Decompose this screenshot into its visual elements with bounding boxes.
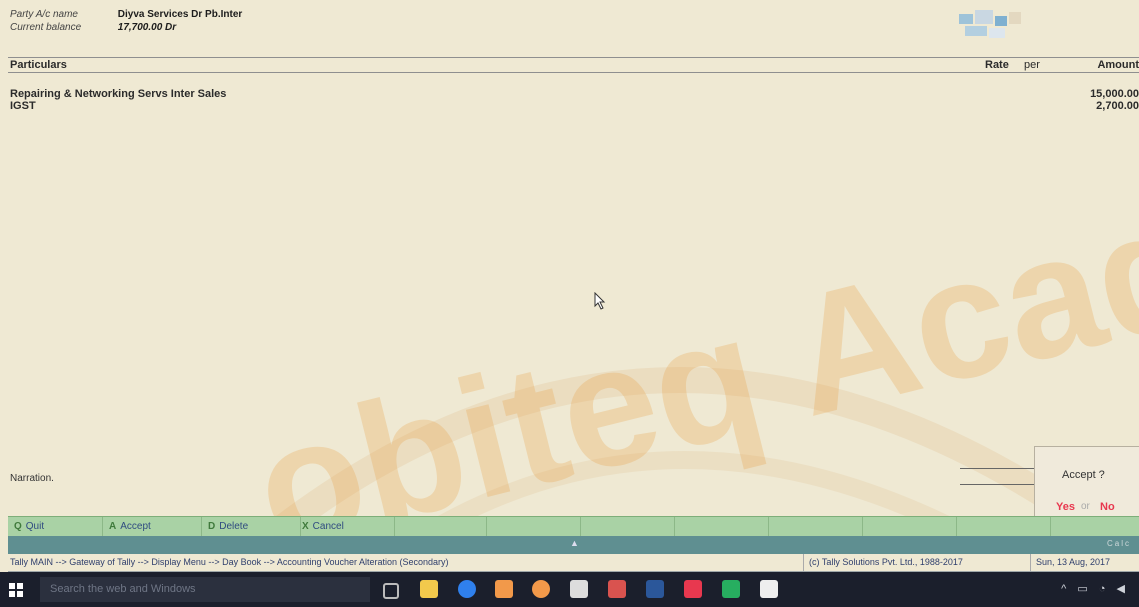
ledger-name: IGST <box>10 100 36 112</box>
party-name-label: Party A/c name <box>10 9 78 20</box>
cancel-key: X <box>302 521 309 532</box>
table-header: Particulars Rate per Amount <box>8 57 1139 73</box>
copyright-text: (c) Tally Solutions Pvt. Ltd., 1988-2017 <box>803 554 963 571</box>
accept-question: Accept ? <box>1062 469 1105 481</box>
total-line <box>960 484 1034 485</box>
system-tray[interactable]: ^ ▭ ◔ ◀ <box>1061 582 1129 595</box>
cancel-button[interactable]: X Cancel <box>296 517 395 537</box>
app-icon[interactable] <box>760 580 778 598</box>
quit-button[interactable]: Q Quit <box>8 517 103 537</box>
or-separator: or <box>1081 501 1090 512</box>
mouse-pointer-icon <box>594 292 606 310</box>
windows-start-icon[interactable] <box>9 583 23 597</box>
word-icon[interactable] <box>646 580 664 598</box>
ledger-row[interactable]: Repairing & Networking Servs Inter Sales… <box>10 88 1139 100</box>
chrome-icon[interactable] <box>458 580 476 598</box>
current-balance-label: Current balance <box>10 22 82 33</box>
taskbar-search-input[interactable]: Search the web and Windows <box>40 577 370 602</box>
empty-button <box>864 517 957 537</box>
expand-caret-icon[interactable]: ▲ <box>570 538 579 548</box>
current-date: Sun, 13 Aug, 2017 <box>1030 554 1110 571</box>
status-bar: Tally MAIN --> Gateway of Tally --> Disp… <box>8 554 1139 572</box>
delete-label: Delete <box>219 521 249 532</box>
windows-taskbar: Search the web and Windows ^ ▭ ◔ ◀ <box>0 572 1139 607</box>
ledger-entries: Repairing & Networking Servs Inter Sales… <box>10 88 1139 112</box>
delete-button[interactable]: D Delete <box>202 517 301 537</box>
rate-column-header: Rate <box>985 59 1009 71</box>
cancel-label: Cancel <box>312 521 344 532</box>
calculator-label[interactable]: Calc <box>1107 539 1131 548</box>
vlc-icon[interactable] <box>495 580 513 598</box>
party-info: Party A/c name Diyva Services Dr Pb.Inte… <box>10 8 242 34</box>
ledger-name: Repairing & Networking Servs Inter Sales <box>10 88 227 100</box>
amount-column-header: Amount <box>1097 59 1139 71</box>
reader-icon[interactable] <box>684 580 702 598</box>
empty-button <box>488 517 581 537</box>
firefox-icon[interactable] <box>532 580 550 598</box>
tally-logo-icon <box>959 10 1021 38</box>
yes-button[interactable]: Yes <box>1056 501 1075 513</box>
accept-dialog: Accept ? Yes or No <box>1034 446 1139 518</box>
empty-button <box>676 517 769 537</box>
accept-label: Accept <box>120 521 151 532</box>
no-button[interactable]: No <box>1100 501 1115 513</box>
quit-label: Quit <box>25 521 45 532</box>
empty-button <box>582 517 675 537</box>
accept-key: A <box>109 521 117 532</box>
watermark: obiteq Acad <box>221 168 1139 570</box>
ledger-row[interactable]: IGST 2,700.00 <box>10 100 1139 112</box>
per-column-header: per <box>1024 59 1040 71</box>
task-view-icon[interactable] <box>383 583 399 599</box>
info-bar: ▲ Calc <box>8 536 1139 554</box>
button-bar: Q Quit A Accept D Delete X Cancel <box>8 516 1139 537</box>
quit-key: Q <box>14 521 22 532</box>
particulars-column-header: Particulars <box>10 59 67 71</box>
total-line <box>960 468 1034 469</box>
navigation-path: Tally MAIN --> Gateway of Tally --> Disp… <box>10 557 449 567</box>
ledger-amount: 2,700.00 <box>1096 100 1139 112</box>
narration-label: Narration. <box>10 473 54 484</box>
file-explorer-icon[interactable] <box>420 580 438 598</box>
accept-button[interactable]: A Accept <box>103 517 202 537</box>
store-icon[interactable] <box>570 580 588 598</box>
camtasia-icon[interactable] <box>722 580 740 598</box>
watermark-text: obiteq Acad <box>238 168 1139 570</box>
powerpoint-icon[interactable] <box>608 580 626 598</box>
current-balance-value: 17,700.00 Dr <box>117 22 177 33</box>
ledger-amount: 15,000.00 <box>1090 88 1139 100</box>
empty-button <box>958 517 1051 537</box>
empty-button <box>770 517 863 537</box>
empty-button <box>394 517 487 537</box>
delete-key: D <box>208 521 216 532</box>
party-name-value: Diyva Services Dr Pb.Inter <box>117 9 243 20</box>
